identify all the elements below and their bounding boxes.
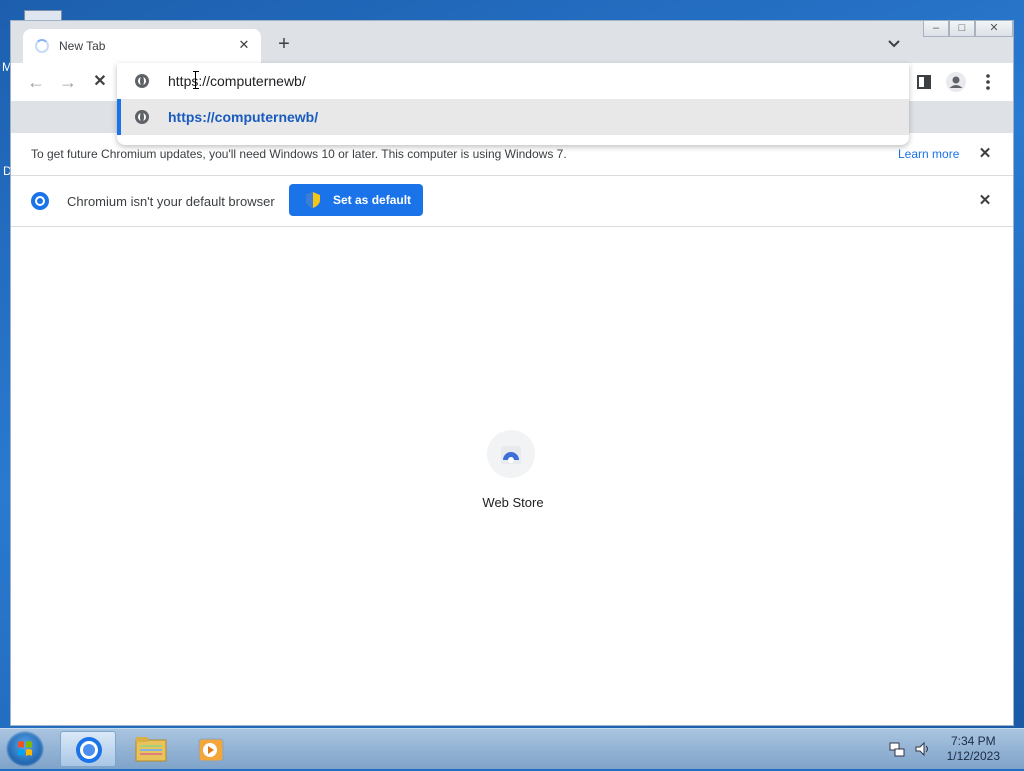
- browser-window: New Tab ✕ + – □ ✕ ← → ✕ https://computer…: [10, 20, 1014, 726]
- tab-new-tab[interactable]: New Tab ✕: [23, 29, 261, 63]
- shortcut-web-store[interactable]: [487, 430, 535, 478]
- back-button[interactable]: ←: [25, 71, 47, 93]
- default-browser-infobar: Chromium isn't your default browser Set …: [11, 176, 1013, 227]
- globe-icon: [135, 110, 149, 124]
- clock-date: 1/12/2023: [946, 749, 1000, 763]
- text-cursor-icon: [193, 71, 199, 89]
- web-store-icon: [501, 446, 521, 464]
- tab-search-chevron-icon[interactable]: [885, 35, 903, 53]
- uac-shield-icon: [306, 192, 320, 208]
- taskbar-media-player[interactable]: [182, 731, 238, 767]
- omnibox-dropdown: https://computernewb/ https://computerne…: [117, 63, 909, 145]
- side-panel-icon[interactable]: [913, 71, 935, 93]
- forward-button[interactable]: →: [57, 71, 79, 93]
- clock[interactable]: 7:34 PM 1/12/2023: [947, 734, 1000, 764]
- suggestion-url: https://computernewb/: [168, 109, 319, 125]
- folder-icon: [135, 737, 167, 762]
- media-player-icon: [198, 738, 224, 762]
- omnibox[interactable]: https://computernewb/: [117, 63, 909, 99]
- tab-close-icon[interactable]: ✕: [235, 36, 253, 54]
- minimize-button[interactable]: –: [923, 21, 949, 37]
- omnibox-input[interactable]: https://computernewb/: [168, 73, 306, 89]
- close-window-button[interactable]: ✕: [975, 21, 1013, 37]
- close-infobar-icon[interactable]: ✕: [977, 193, 993, 209]
- set-as-default-button[interactable]: Set as default: [289, 184, 423, 216]
- chromium-logo-icon: [31, 192, 49, 210]
- shortcut-label: Web Store: [482, 495, 544, 510]
- loading-spinner-icon: [35, 39, 49, 53]
- set-as-default-label: Set as default: [333, 193, 412, 207]
- maximize-button[interactable]: □: [949, 21, 975, 37]
- suggestion-selected-marker: [117, 99, 121, 135]
- globe-icon: [135, 74, 149, 88]
- tab-strip: New Tab ✕ + – □ ✕: [11, 21, 1013, 63]
- windows-logo-icon: [18, 741, 32, 756]
- network-icon[interactable]: [888, 740, 906, 758]
- chromium-icon: [76, 737, 102, 763]
- clock-time: 7:34 PM: [950, 734, 996, 748]
- close-infobar-icon[interactable]: ✕: [977, 146, 993, 162]
- profile-avatar-icon[interactable]: [945, 71, 967, 93]
- menu-kebab-icon[interactable]: [977, 71, 999, 93]
- start-button[interactable]: [6, 731, 44, 767]
- volume-icon[interactable]: [914, 740, 932, 758]
- stop-loading-button[interactable]: ✕: [89, 71, 111, 93]
- omnibox-suggestion[interactable]: https://computernewb/: [117, 99, 909, 135]
- taskbar-explorer[interactable]: [122, 731, 178, 767]
- default-browser-message: Chromium isn't your default browser: [67, 194, 275, 209]
- taskbar: 7:34 PM 1/12/2023: [0, 728, 1024, 769]
- taskbar-chromium[interactable]: [60, 731, 116, 767]
- tab-title: New Tab: [59, 39, 106, 53]
- new-tab-button[interactable]: +: [273, 33, 295, 55]
- update-infobar-message: To get future Chromium updates, you'll n…: [31, 147, 567, 161]
- new-tab-page: Web Store: [11, 227, 1013, 725]
- learn-more-link[interactable]: Learn more: [898, 147, 959, 161]
